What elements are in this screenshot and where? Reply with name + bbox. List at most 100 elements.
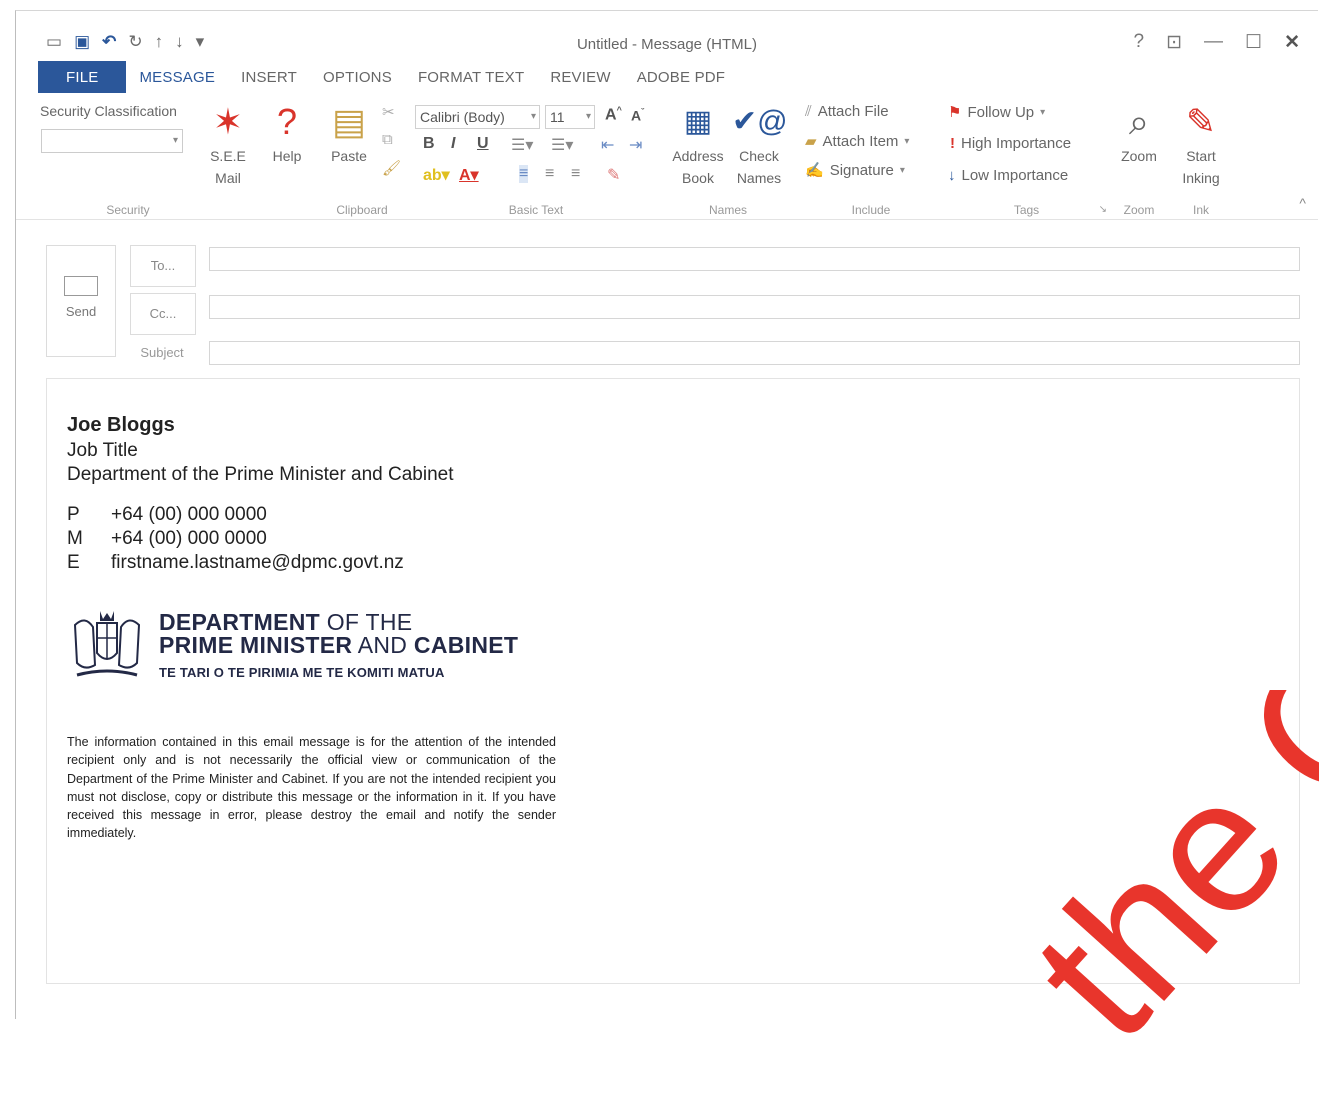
check-names-button[interactable]: ✔@ Check Names [732, 99, 788, 189]
start-inking-button[interactable]: ✎ Start Inking [1175, 99, 1227, 189]
clear-formatting-icon[interactable]: ✎ [607, 165, 620, 185]
font-name-dropdown[interactable]: Calibri (Body) ▾ [415, 105, 540, 129]
italic-button[interactable]: I [451, 135, 455, 153]
contact-key: P [67, 504, 80, 525]
help-button[interactable]: ? Help [263, 99, 311, 167]
attach-item-icon: ▰ [805, 133, 817, 150]
coat-of-arms-icon [73, 611, 141, 677]
tab-format-text[interactable]: FORMAT TEXT [405, 61, 537, 93]
title-bar: ▭ ▣ ↶ ↻ ↑ ↓ ▾ Untitled - Message (HTML) … [16, 11, 1318, 63]
group-zoom: ⌕ Zoom Zoom [1111, 95, 1167, 219]
ribbon-display-options-icon[interactable]: ⊡ [1166, 31, 1182, 54]
close-icon[interactable]: ✕ [1284, 31, 1300, 54]
follow-up-button[interactable]: ⚑ Follow Up ▾ [948, 103, 1046, 122]
send-envelope-icon [64, 276, 98, 296]
help-icon[interactable]: ? [1134, 31, 1145, 54]
help-label: Help [272, 148, 302, 164]
numbering-icon[interactable]: ☰▾ [551, 135, 573, 155]
logo-text: DEPARTMENT OF THE PRIME MINISTER AND CAB… [159, 610, 518, 680]
cut-icon[interactable]: ✂ [382, 103, 395, 121]
attach-file-button[interactable]: ⫽ Attach File [805, 103, 889, 120]
message-header: Send To... Cc... Subject [16, 241, 1318, 371]
group-label-tags: Tags [1013, 203, 1040, 217]
address-book-label: Address Book [672, 148, 724, 186]
chevron-down-icon: ▾ [1040, 106, 1046, 118]
zoom-button[interactable]: ⌕ Zoom [1115, 99, 1163, 167]
signature-button[interactable]: ✍ Signature ▾ [805, 161, 905, 180]
group-include: ⫽ Attach File ▰ Attach Item ▾ ✍ Signatur… [801, 95, 941, 219]
group-label-ink: Ink [1192, 203, 1209, 217]
send-label: Send [65, 304, 97, 319]
shrink-font-icon[interactable]: Aˇ [631, 107, 644, 124]
magnifier-icon: ⌕ [1128, 101, 1150, 142]
collapse-ribbon-icon[interactable]: ^ [1299, 195, 1306, 211]
tab-adobe-pdf[interactable]: ADOBE PDF [624, 61, 738, 93]
signature-label: Signature [829, 161, 894, 179]
group-label-include: Include [851, 203, 891, 217]
cc-field[interactable] [209, 295, 1300, 319]
signature-contacts: P +64 (00) 000 0000 M +64 (00) 000 0000 Ef… [67, 503, 556, 575]
follow-up-label: Follow Up [967, 103, 1035, 121]
grow-font-icon[interactable]: A^ [605, 105, 622, 124]
group-label-names: Names [708, 203, 747, 217]
high-importance-label: High Importance [961, 135, 1072, 152]
contact-row-phone: P +64 (00) 000 0000 [67, 503, 556, 527]
attach-file-label: Attach File [817, 103, 889, 120]
font-name-value: Calibri (Body) [420, 109, 505, 125]
increase-indent-icon[interactable]: ⇥ [629, 135, 642, 155]
contact-row-mobile: M +64 (00) 000 0000 [67, 527, 556, 551]
security-classification-label: Security Classification [40, 103, 177, 119]
align-center-icon[interactable]: ≡ [545, 165, 554, 183]
format-painter-icon[interactable]: 🖌 [382, 159, 401, 177]
watermark-text: the Off [1000, 690, 1319, 1077]
chevron-down-icon: ▾ [904, 135, 910, 147]
paste-button[interactable]: ▤ Paste [326, 99, 372, 167]
group-basic-text: Calibri (Body) ▾ 11 ▾ A^ Aˇ B I U ☰▾ ☰▾ … [411, 95, 661, 219]
security-classification-dropdown[interactable]: ▾ [41, 129, 183, 153]
copy-icon[interactable]: ⧉ [382, 131, 393, 148]
send-button[interactable]: Send [46, 245, 116, 357]
tab-options[interactable]: OPTIONS [310, 61, 405, 93]
group-label-clipboard: Clipboard [336, 203, 388, 217]
contact-value: firstname.lastname@dpmc.govt.nz [111, 552, 404, 573]
ribbon-tabs: FILE MESSAGE INSERT OPTIONS FORMAT TEXT … [38, 61, 738, 93]
minimize-icon[interactable]: — [1204, 31, 1223, 54]
font-color-icon[interactable]: A▾ [459, 165, 479, 185]
cc-button[interactable]: Cc... [130, 293, 196, 335]
bullets-icon[interactable]: ☰▾ [511, 135, 533, 155]
chevron-down-icon: ▾ [899, 164, 905, 176]
align-left-icon[interactable]: ≡ [519, 165, 529, 183]
group-label-basic-text: Basic Text [508, 203, 564, 217]
high-importance-button[interactable]: ! High Importance [950, 135, 1071, 152]
group-tags: ⚑ Follow Up ▾ ! High Importance ↓ Low Im… [944, 95, 1109, 219]
pen-icon: ✎ [1185, 101, 1217, 142]
low-importance-button[interactable]: ↓ Low Importance [948, 167, 1068, 184]
group-label-zoom: Zoom [1123, 203, 1155, 217]
tab-file[interactable]: FILE [38, 61, 127, 93]
underline-button[interactable]: U [477, 135, 489, 153]
font-size-dropdown[interactable]: 11 ▾ [545, 105, 595, 129]
see-mail-icon: ✶ [212, 101, 244, 142]
address-book-button[interactable]: ▦ Address Book [668, 99, 728, 189]
zoom-label: Zoom [1121, 148, 1157, 164]
decrease-indent-icon[interactable]: ⇤ [601, 135, 614, 155]
highlight-icon[interactable]: ab▾ [423, 165, 450, 185]
group-security: Security Classification ▾ ✶ S.E.E Mail ?… [38, 95, 328, 219]
to-button[interactable]: To... [130, 245, 196, 287]
tab-message[interactable]: MESSAGE [126, 61, 228, 93]
align-right-icon[interactable]: ≡ [571, 165, 580, 183]
tab-review[interactable]: REVIEW [537, 61, 623, 93]
maximize-icon[interactable]: ☐ [1245, 31, 1262, 54]
see-mail-button[interactable]: ✶ S.E.E Mail [206, 99, 250, 189]
to-field[interactable] [209, 247, 1300, 271]
tab-insert[interactable]: INSERT [228, 61, 310, 93]
group-names: ▦ Address Book ✔@ Check Names Names [664, 95, 792, 219]
attach-item-button[interactable]: ▰ Attach Item ▾ [805, 132, 910, 151]
dialog-launcher-icon[interactable]: ↘ [1099, 204, 1107, 215]
watermark-overlay: the Off [1000, 690, 1319, 1077]
email-signature: Joe Bloggs Job Title Department of the P… [67, 411, 556, 843]
group-label-security: Security [106, 203, 150, 217]
logo-word: AND [352, 631, 414, 658]
subject-field[interactable] [209, 341, 1300, 365]
bold-button[interactable]: B [423, 135, 435, 153]
